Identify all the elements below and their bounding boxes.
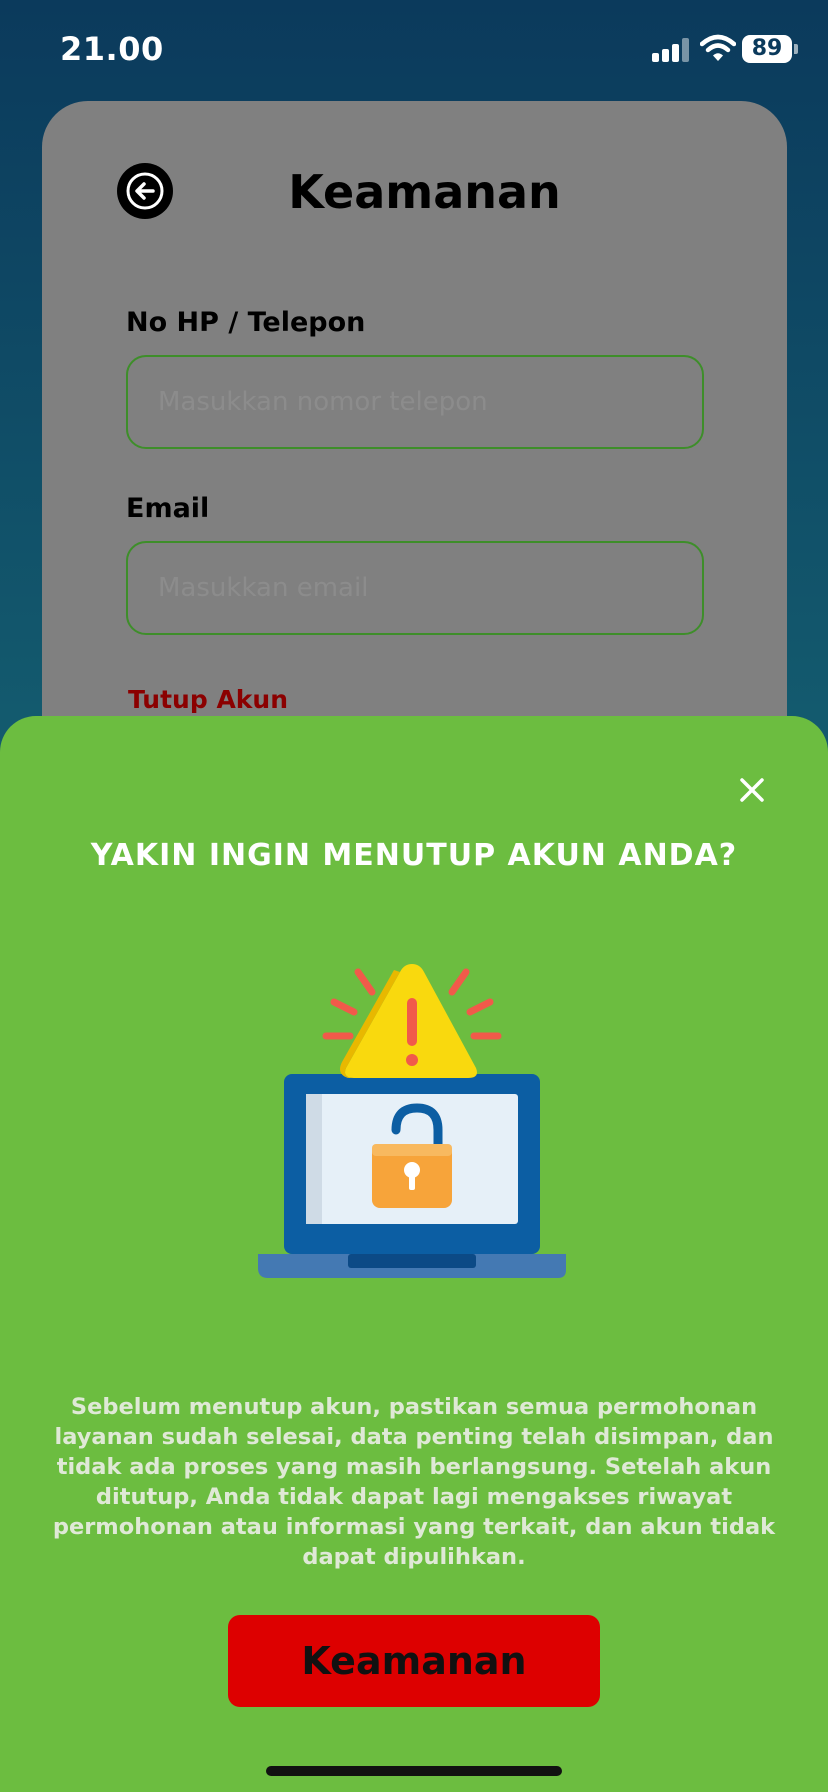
status-time: 21.00 <box>60 30 164 68</box>
email-label: Email <box>126 493 210 524</box>
battery-tip <box>794 44 798 54</box>
phone-label: No HP / Telepon <box>126 307 366 338</box>
page-title: Keamanan <box>288 165 561 219</box>
laptop-unlocked-warning-illustration <box>258 964 566 1278</box>
close-button[interactable] <box>732 770 772 810</box>
home-indicator <box>266 1766 562 1776</box>
close-account-link[interactable]: Tutup Akun <box>128 685 288 714</box>
sheet-title: YAKIN INGIN MENUTUP AKUN ANDA? <box>90 838 738 873</box>
phone-input[interactable] <box>126 355 704 449</box>
battery-icon: 89 <box>742 35 792 63</box>
email-input[interactable] <box>126 541 704 635</box>
close-account-sheet: YAKIN INGIN MENUTUP AKUN ANDA? Sebelum m… <box>0 716 828 1792</box>
close-icon <box>740 778 764 802</box>
confirm-button[interactable]: Keamanan <box>228 1615 600 1707</box>
wifi-icon <box>700 34 736 61</box>
status-bar: 21.00 89 <box>0 0 828 100</box>
sheet-message: Sebelum menutup akun, pastikan semua per… <box>52 1394 776 1570</box>
signal-icon <box>652 38 690 62</box>
